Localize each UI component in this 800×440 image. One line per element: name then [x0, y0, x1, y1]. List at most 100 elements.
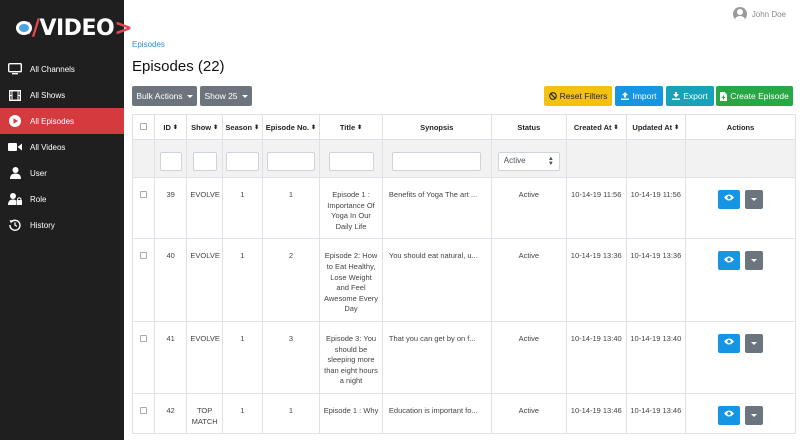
col-header-created-at[interactable]: Created At ⬍	[565, 114, 627, 140]
select-all-checkbox[interactable]	[139, 123, 147, 130]
filter-row: Active ▲ ▼	[132, 139, 796, 178]
cell-synopsis: That you can get by on f...	[381, 320, 492, 394]
history-icon	[8, 219, 22, 231]
col-header-label: ID	[163, 122, 171, 132]
chevron-down-icon	[751, 413, 758, 417]
cell-id: 39	[153, 176, 188, 240]
reset-filters-button[interactable]: Reset Filters	[544, 86, 612, 106]
col-header-status: Status	[490, 114, 567, 140]
col-header-episode-no[interactable]: Episode No. ⬍	[261, 114, 321, 140]
table-header-row: ID ⬍ Show ⬍ Season ⬍ Episode No. ⬍ Title ⬍ Sy…	[132, 114, 796, 140]
status-filter-select[interactable]: Active ▲ ▼	[497, 152, 560, 171]
sidebar-item-label: All Shows	[30, 90, 66, 100]
sidebar-item-all-shows[interactable]: All Shows	[0, 82, 124, 108]
eye-icon	[724, 410, 735, 421]
col-header-season[interactable]: Season ⬍	[221, 114, 263, 140]
cell-title: Episode 1 : Importance Of Yoga In Our Da…	[319, 176, 383, 240]
status-filter-value: Active	[503, 156, 526, 166]
cell-synopsis: Education is important fo...	[381, 392, 492, 435]
sort-icon: ⬍	[172, 124, 178, 131]
chevron-down-icon	[751, 341, 758, 345]
cell-updated-at: 10-14-19 13:46	[625, 392, 687, 435]
cell-season: 1	[221, 238, 263, 322]
cell-season: 1	[221, 392, 263, 435]
col-header-title[interactable]: Title ⬍	[319, 114, 383, 140]
upload-icon	[621, 92, 630, 100]
show-filter-input[interactable]	[192, 152, 217, 171]
eye-icon	[724, 194, 735, 205]
show-count-button[interactable]: Show 25	[200, 86, 252, 106]
filter-cell	[625, 139, 687, 178]
cell-created-at: 10-14-19 13:46	[565, 392, 627, 435]
avatar-icon	[732, 7, 747, 21]
view-button[interactable]	[718, 333, 741, 353]
col-header-id[interactable]: ID ⬍	[153, 114, 188, 140]
view-button[interactable]	[718, 405, 741, 425]
row-select-cell	[132, 392, 155, 435]
film-icon	[8, 89, 22, 101]
sidebar-item-label: All Videos	[30, 142, 66, 152]
cell-status: Active	[490, 320, 567, 394]
import-label: Import	[632, 91, 657, 101]
filter-cell	[381, 139, 492, 178]
table-row: 40 EVOLVE 1 2 Episode 2: How to Eat Healthy,…	[132, 238, 796, 322]
sidebar-item-all-episodes[interactable]: All Episodes	[0, 108, 124, 134]
breadcrumb[interactable]: Episodes	[132, 40, 165, 49]
id-filter-input[interactable]	[159, 152, 182, 171]
import-button[interactable]: Import	[615, 86, 663, 106]
filter-cell	[565, 139, 627, 178]
cell-show: EVOLVE	[186, 176, 223, 240]
cell-created-at: 10-14-19 13:36	[565, 238, 627, 322]
sidebar-nav: All Channels All Shows All Episodes All …	[0, 56, 124, 238]
title-filter-input[interactable]	[328, 152, 374, 171]
cell-status: Active	[490, 176, 567, 240]
episode-no-filter-input[interactable]	[266, 152, 315, 171]
cell-show: EVOLVE	[186, 238, 223, 322]
user-name: John Doe	[751, 9, 786, 19]
table-row: 42 TOP MATCH 1 1 Episode 1 : Why Education is…	[132, 392, 796, 435]
cell-actions	[685, 392, 796, 435]
row-actions-dropdown[interactable]	[745, 405, 764, 425]
sidebar-item-user[interactable]: User	[0, 160, 124, 186]
sidebar-item-role[interactable]: Role	[0, 186, 124, 212]
row-actions-dropdown[interactable]	[745, 333, 764, 353]
row-actions-dropdown[interactable]	[745, 251, 764, 271]
cell-episode-no: 2	[261, 238, 321, 322]
col-header-show[interactable]: Show ⬍	[186, 114, 223, 140]
sidebar-item-all-videos[interactable]: All Videos	[0, 134, 124, 160]
col-header-label: Show	[191, 122, 212, 132]
create-episode-button[interactable]: Create Episode	[716, 86, 793, 106]
user-icon	[8, 167, 22, 179]
reset-filters-label: Reset Filters	[559, 91, 608, 101]
view-button[interactable]	[718, 251, 741, 271]
cell-id: 42	[153, 392, 188, 435]
view-button[interactable]	[718, 190, 741, 209]
cell-title: Episode 2: How to Eat Healthy, Lose Weig…	[319, 238, 383, 322]
cell-season: 1	[221, 320, 263, 394]
sidebar-item-history[interactable]: History	[0, 212, 124, 238]
col-header-label: Actions	[726, 122, 755, 132]
row-checkbox[interactable]	[139, 252, 147, 260]
brand-logo[interactable]: </VIDEO>	[0, 0, 133, 56]
page-title: Episodes (22)	[132, 58, 225, 75]
cell-season: 1	[221, 176, 263, 240]
row-checkbox[interactable]	[139, 406, 147, 414]
row-checkbox[interactable]	[139, 334, 147, 342]
synopsis-filter-input[interactable]	[392, 152, 482, 171]
user-menu[interactable]: John Doe	[732, 7, 786, 21]
cell-actions	[685, 320, 796, 394]
col-header-label: Season	[225, 122, 253, 132]
filter-cell	[132, 139, 155, 178]
cell-status: Active	[490, 238, 567, 322]
col-header-updated-at[interactable]: Updated At ⬍	[625, 114, 687, 140]
monitor-icon	[8, 63, 22, 75]
export-button[interactable]: Export	[666, 86, 714, 106]
cell-updated-at: 10-14-19 13:36	[625, 238, 687, 322]
export-label: Export	[683, 91, 708, 101]
season-filter-input[interactable]	[225, 152, 259, 171]
row-checkbox[interactable]	[139, 191, 147, 198]
bulk-actions-label: Bulk Actions	[136, 91, 183, 101]
sidebar-item-all-channels[interactable]: All Channels	[0, 56, 124, 82]
row-actions-dropdown[interactable]	[745, 190, 764, 209]
bulk-actions-button[interactable]: Bulk Actions	[132, 86, 197, 106]
